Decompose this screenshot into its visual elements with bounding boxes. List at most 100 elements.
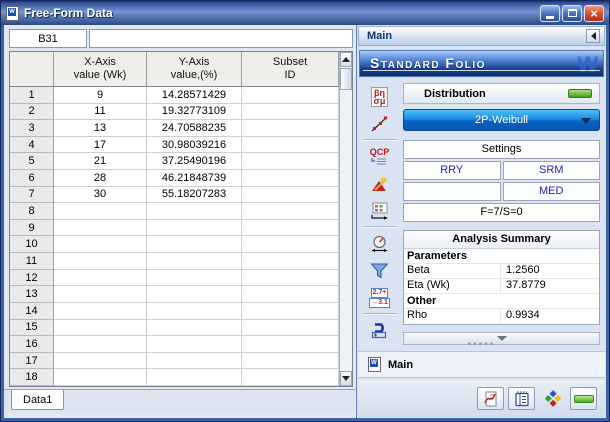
- cell-x-value[interactable]: 17: [54, 137, 147, 154]
- cell-x-value[interactable]: [54, 220, 147, 237]
- cell-subset-id[interactable]: [242, 369, 339, 386]
- row-number[interactable]: 7: [10, 187, 54, 204]
- cell-y-value[interactable]: 24.70588235: [147, 120, 242, 137]
- cell-y-value[interactable]: 46.21848739: [147, 170, 242, 187]
- row-number[interactable]: 18: [10, 369, 54, 386]
- degradation-button[interactable]: [365, 231, 395, 256]
- cell-x-value[interactable]: [54, 303, 147, 320]
- cell-x-value[interactable]: [54, 369, 147, 386]
- row-number[interactable]: 17: [10, 353, 54, 370]
- cell-x-value[interactable]: 9: [54, 87, 147, 104]
- row-number[interactable]: 16: [10, 336, 54, 353]
- cell-subset-id[interactable]: [242, 137, 339, 154]
- cell-subset-id[interactable]: [242, 353, 339, 370]
- cell-subset-id[interactable]: [242, 236, 339, 253]
- qcp-button[interactable]: QCP: [365, 144, 395, 169]
- cell-y-value[interactable]: [147, 270, 242, 287]
- test-design-button[interactable]: [365, 171, 395, 196]
- cell-x-value[interactable]: 11: [54, 104, 147, 121]
- column-header-x-axis[interactable]: X-Axis value (Wk): [54, 52, 147, 86]
- cell-x-value[interactable]: 21: [54, 153, 147, 170]
- formula-input[interactable]: [89, 29, 353, 48]
- setting-analysis-method[interactable]: RRY: [403, 161, 501, 180]
- cell-subset-id[interactable]: [242, 170, 339, 187]
- scrollbar-track[interactable]: [340, 90, 352, 371]
- cell-subset-id[interactable]: [242, 120, 339, 137]
- filter-button[interactable]: [365, 258, 395, 283]
- cell-x-value[interactable]: [54, 286, 147, 303]
- cell-y-value[interactable]: 37.25490196: [147, 153, 242, 170]
- cell-subset-id[interactable]: [242, 320, 339, 337]
- cell-x-value[interactable]: [54, 353, 147, 370]
- sheet-tab-data1[interactable]: Data1: [11, 390, 64, 410]
- cell-x-value[interactable]: [54, 253, 147, 270]
- cell-y-value[interactable]: [147, 303, 242, 320]
- row-number[interactable]: 11: [10, 253, 54, 270]
- cell-x-value[interactable]: 13: [54, 120, 147, 137]
- status-button[interactable]: [570, 387, 597, 410]
- row-number[interactable]: 8: [10, 203, 54, 220]
- cell-subset-id[interactable]: [242, 286, 339, 303]
- cell-x-value[interactable]: [54, 336, 147, 353]
- row-number[interactable]: 2: [10, 104, 54, 121]
- row-number[interactable]: 1: [10, 87, 54, 104]
- calculate-parameters-button[interactable]: βησμ: [365, 84, 395, 109]
- cell-subset-id[interactable]: [242, 153, 339, 170]
- notes-button[interactable]: [508, 387, 535, 410]
- cell-y-value[interactable]: [147, 253, 242, 270]
- row-number[interactable]: 3: [10, 120, 54, 137]
- change-units-button[interactable]: [365, 318, 395, 343]
- row-number[interactable]: 15: [10, 320, 54, 337]
- cell-y-value[interactable]: 30.98039216: [147, 137, 242, 154]
- row-number[interactable]: 9: [10, 220, 54, 237]
- row-number[interactable]: 5: [10, 153, 54, 170]
- cell-y-value[interactable]: [147, 203, 242, 220]
- cell-y-value[interactable]: 19.32773109: [147, 104, 242, 121]
- row-number[interactable]: 13: [10, 286, 54, 303]
- setting-rank-method[interactable]: SRM: [503, 161, 601, 180]
- cell-y-value[interactable]: [147, 353, 242, 370]
- close-button[interactable]: ×: [584, 5, 604, 22]
- cell-subset-id[interactable]: [242, 187, 339, 204]
- column-header-subset-id[interactable]: Subset ID: [242, 52, 339, 86]
- cell-x-value[interactable]: [54, 270, 147, 287]
- cell-y-value[interactable]: [147, 336, 242, 353]
- setting-rank-basis[interactable]: MED: [503, 182, 601, 201]
- cell-reference-box[interactable]: B31: [9, 29, 87, 48]
- reliasoft-button[interactable]: [539, 387, 566, 410]
- cell-subset-id[interactable]: [242, 87, 339, 104]
- maximize-button[interactable]: [562, 5, 582, 22]
- cell-subset-id[interactable]: [242, 220, 339, 237]
- cell-y-value[interactable]: [147, 369, 242, 386]
- column-header-y-axis[interactable]: Y-Axis value,(%): [147, 52, 242, 86]
- cell-x-value[interactable]: 30: [54, 187, 147, 204]
- batch-auto-run-button[interactable]: [365, 198, 395, 223]
- cell-subset-id[interactable]: [242, 270, 339, 287]
- scroll-down-button[interactable]: [340, 371, 352, 386]
- report-button[interactable]: [477, 387, 504, 410]
- cell-x-value[interactable]: 28: [54, 170, 147, 187]
- cell-subset-id[interactable]: [242, 203, 339, 220]
- cell-y-value[interactable]: [147, 286, 242, 303]
- cell-x-value[interactable]: [54, 320, 147, 337]
- cell-subset-id[interactable]: [242, 303, 339, 320]
- cell-subset-id[interactable]: [242, 336, 339, 353]
- row-number[interactable]: 14: [10, 303, 54, 320]
- row-number[interactable]: 4: [10, 137, 54, 154]
- row-number[interactable]: 10: [10, 236, 54, 253]
- setting-empty-cell[interactable]: [403, 182, 501, 201]
- corner-header-cell[interactable]: [10, 52, 54, 86]
- main-page-item[interactable]: W Main: [358, 351, 605, 378]
- panel-splitter[interactable]: ▪▪▪▪▪: [357, 342, 606, 349]
- row-number[interactable]: 12: [10, 270, 54, 287]
- cell-subset-id[interactable]: [242, 253, 339, 270]
- cell-subset-id[interactable]: [242, 104, 339, 121]
- cell-y-value[interactable]: 14.28571429: [147, 87, 242, 104]
- minimize-button[interactable]: [540, 5, 560, 22]
- cell-x-value[interactable]: [54, 236, 147, 253]
- cell-y-value[interactable]: [147, 220, 242, 237]
- cell-x-value[interactable]: [54, 203, 147, 220]
- panel-collapse-button[interactable]: [586, 29, 600, 43]
- scroll-up-button[interactable]: [340, 52, 352, 67]
- round-values-button[interactable]: 2.7+ →3.1: [365, 285, 395, 310]
